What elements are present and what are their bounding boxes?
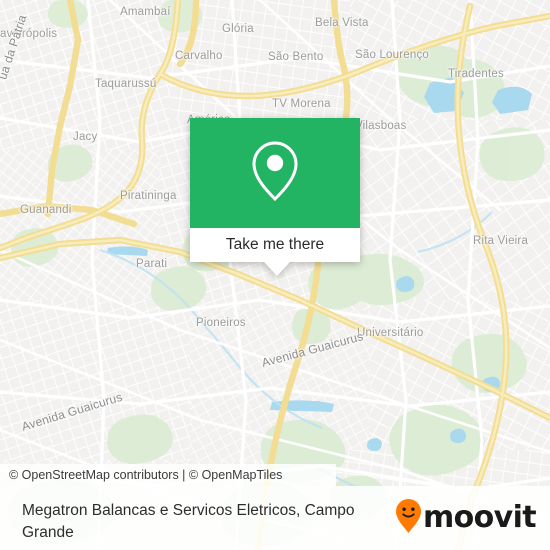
location-callout-card[interactable]: Take me there: [190, 118, 360, 276]
moovit-wordmark: moovit: [422, 500, 537, 535]
attribution-text[interactable]: © OpenStreetMap contributors | © OpenMap…: [9, 468, 282, 482]
callout-pointer-tail: [264, 262, 290, 276]
moovit-logo[interactable]: moovit: [395, 498, 537, 539]
map-pin-icon: [250, 140, 300, 207]
moovit-map-page: Amambaí Bela Vista Glória aveirópolis Carval…: [0, 0, 550, 550]
callout-pin-area: [190, 118, 360, 228]
moovit-smiley-pin-icon: [395, 498, 422, 539]
take-me-there-button[interactable]: Take me there: [190, 228, 360, 262]
page-title: Megatron Balancas e Servicos Eletricos, …: [22, 502, 355, 541]
page-footer: Megatron Balancas e Servicos Eletricos, …: [0, 486, 550, 550]
map-attribution-bar: © OpenStreetMap contributors | © OpenMap…: [0, 464, 336, 486]
take-me-there-label: Take me there: [225, 236, 325, 253]
